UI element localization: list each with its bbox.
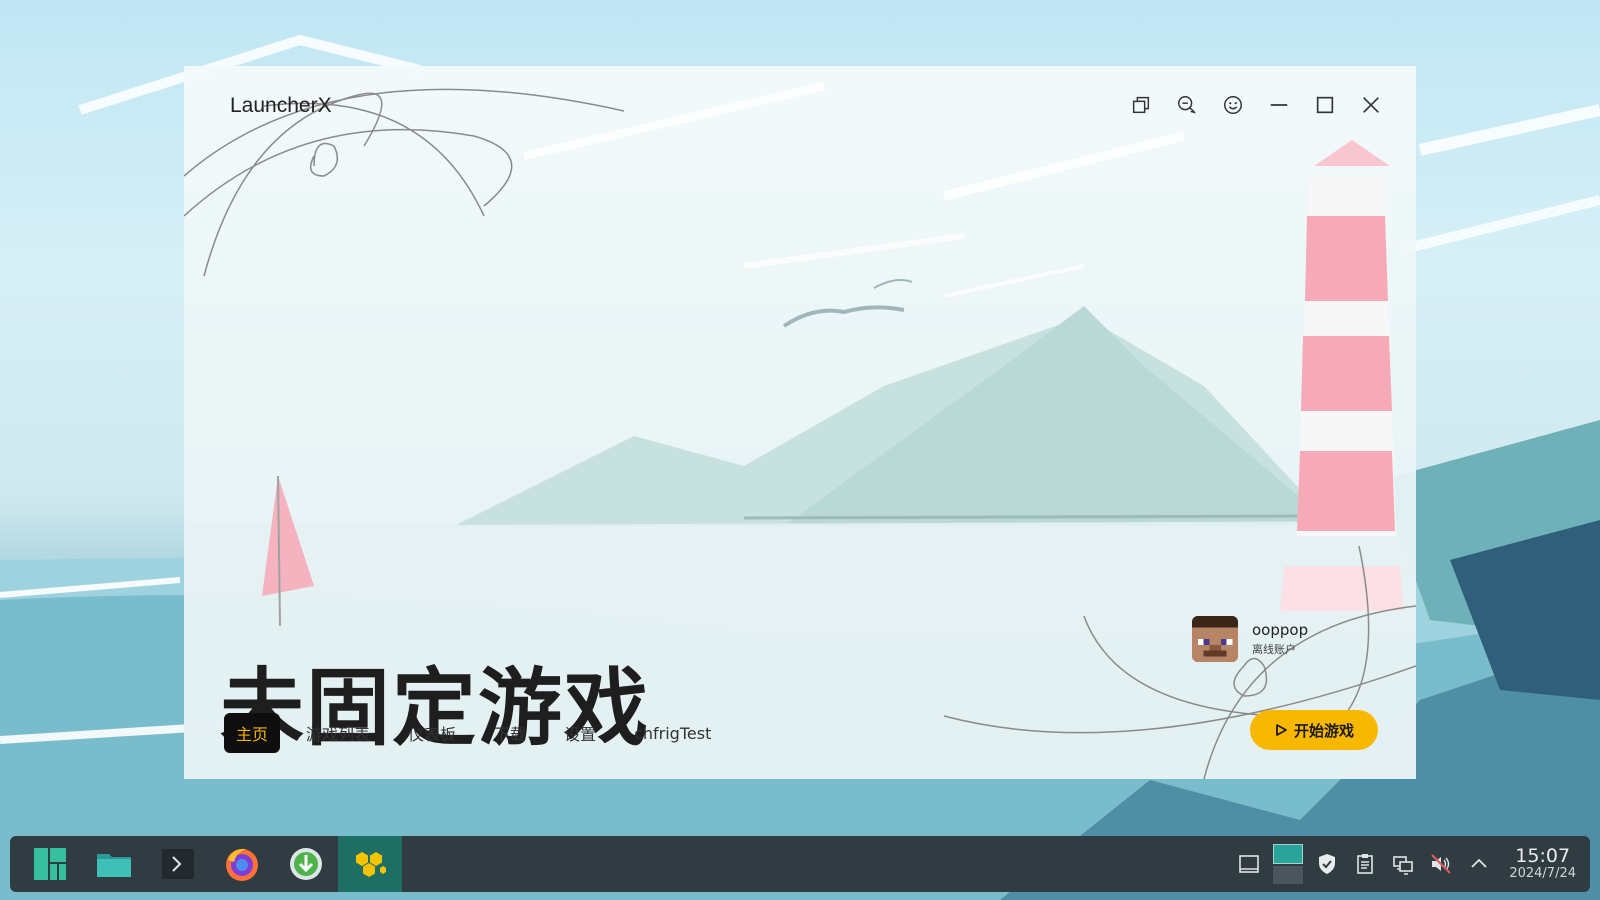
maximize-icon[interactable] (1312, 92, 1338, 118)
download-manager-icon[interactable] (274, 836, 338, 892)
clipboard-icon[interactable] (1351, 850, 1379, 878)
show-desktop-icon[interactable] (1235, 850, 1263, 878)
avatar (1192, 616, 1238, 662)
nav-item-settings[interactable]: 设置 (552, 713, 608, 753)
feedback-icon[interactable] (1174, 92, 1200, 118)
launcher-window: LauncherX 未固定游戏 主页 游戏列表 仪表板 下载 设置 chfrig… (184, 66, 1416, 779)
nav-item-dashboard[interactable]: 仪表板 (396, 713, 468, 753)
account-card[interactable]: ooppop 离线账户 (1192, 616, 1308, 662)
volume-muted-icon[interactable] (1427, 850, 1455, 878)
shield-icon[interactable] (1313, 850, 1341, 878)
main-nav: 主页 游戏列表 仪表板 下载 设置 chfrigTest (224, 713, 731, 753)
clock[interactable]: 15:07 2024/7/24 (1509, 846, 1576, 882)
virtual-desktop-icon[interactable] (1273, 844, 1304, 884)
manjaro-menu-icon[interactable] (18, 836, 82, 892)
titlebar-controls (1128, 92, 1384, 118)
start-game-button[interactable]: 开始游戏 (1250, 710, 1378, 750)
window-switch-icon[interactable] (1128, 92, 1154, 118)
taskbar-apps (10, 836, 402, 892)
tray-expand-icon[interactable] (1465, 850, 1493, 878)
terminal-icon[interactable] (146, 836, 210, 892)
close-icon[interactable] (1358, 92, 1384, 118)
clock-time: 15:07 (1515, 845, 1571, 867)
minimize-icon[interactable] (1266, 92, 1292, 118)
nav-item-game-list[interactable]: 游戏列表 (294, 713, 382, 753)
emoji-icon[interactable] (1220, 92, 1246, 118)
launcherx-icon[interactable] (338, 836, 402, 892)
taskbar: 15:07 2024/7/24 (10, 836, 1590, 892)
system-tray: 15:07 2024/7/24 (1235, 836, 1590, 892)
file-manager-icon[interactable] (82, 836, 146, 892)
play-icon (1276, 724, 1287, 736)
account-name: ooppop (1252, 621, 1309, 639)
start-game-label: 开始游戏 (1293, 721, 1354, 740)
clock-date: 2024/7/24 (1509, 866, 1576, 881)
nav-item-chfrigtest[interactable]: chfrigTest (622, 716, 723, 751)
firefox-icon[interactable] (210, 836, 274, 892)
network-icon[interactable] (1389, 850, 1417, 878)
nav-item-download[interactable]: 下载 (482, 713, 538, 753)
app-title: LauncherX (230, 94, 332, 117)
account-type: 离线账户 (1252, 643, 1296, 656)
nav-item-home[interactable]: 主页 (224, 713, 281, 753)
